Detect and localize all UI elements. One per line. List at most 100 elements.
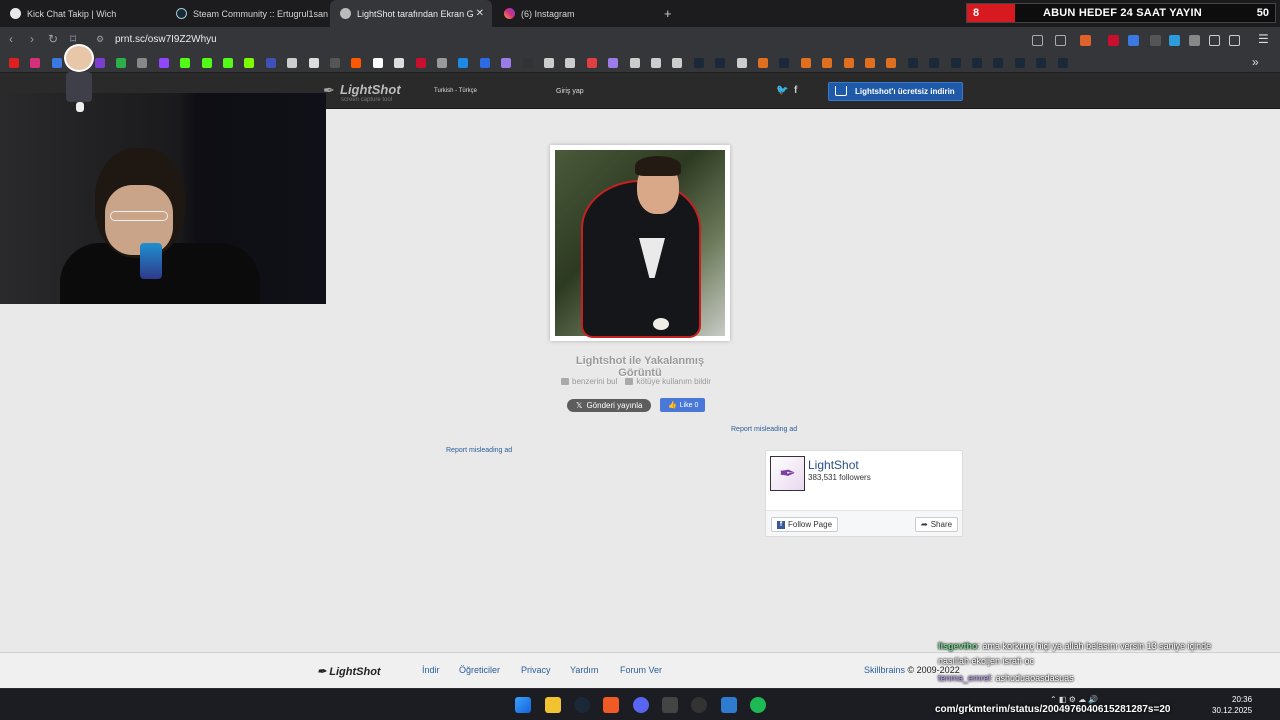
bookmark-favicon-icon[interactable]	[586, 58, 597, 68]
extension-icon[interactable]	[1189, 35, 1200, 46]
find-similar-link[interactable]: benzerini bul	[561, 377, 617, 386]
bookmark-favicon-icon[interactable]	[501, 58, 512, 68]
bookmark-favicon-icon[interactable]	[736, 58, 747, 68]
cast-icon[interactable]	[1032, 35, 1043, 46]
tab-instagram[interactable]: (6) Instagram	[494, 0, 656, 27]
bookmark-favicon-icon[interactable]	[308, 58, 319, 68]
bookmark-favicon-icon[interactable]	[479, 58, 490, 68]
ublock-icon[interactable]	[1108, 35, 1119, 46]
bookmark-favicon-icon[interactable]	[758, 58, 768, 68]
tray-icons[interactable]: ⌃ ◧ ⚙ ☁ 🔊	[1050, 695, 1098, 704]
report-ad-link[interactable]: Report misleading ad	[446, 447, 512, 454]
follow-page-button[interactable]: f Follow Page	[771, 517, 839, 532]
bookmark-favicon-icon[interactable]	[30, 58, 41, 68]
bookmark-favicon-icon[interactable]	[458, 58, 469, 68]
bookmark-favicon-icon[interactable]	[287, 58, 298, 68]
extension-icon[interactable]	[1150, 35, 1161, 46]
sidebar-icon[interactable]	[1229, 35, 1240, 46]
more-bookmarks-icon[interactable]: »	[1252, 55, 1259, 69]
menu-icon[interactable]: ☰	[1258, 32, 1269, 46]
bookmark-favicon-icon[interactable]	[907, 58, 918, 68]
bookmark-favicon-icon[interactable]	[201, 58, 212, 68]
bookmark-favicon-icon[interactable]	[522, 58, 533, 68]
bookmark-favicon-icon[interactable]	[929, 58, 940, 68]
language-select[interactable]: Turkish - Türkçe	[434, 88, 477, 94]
share-button[interactable]: ➦ Share	[915, 517, 959, 532]
like-button[interactable]: 👍 Like 0	[660, 398, 705, 412]
bookmark-favicon-icon[interactable]	[843, 58, 854, 68]
bookmark-favicon-icon[interactable]	[1036, 58, 1047, 68]
bookmark-favicon-icon[interactable]	[779, 58, 790, 68]
tab-lightshot[interactable]: LightShot tarafından Ekran Görü ✕	[330, 0, 492, 27]
forward-icon[interactable]: ›	[30, 32, 34, 46]
bookmark-favicon-icon[interactable]	[993, 58, 1004, 68]
footer-link-privacy[interactable]: Privacy	[521, 665, 551, 675]
bookmark-favicon-icon[interactable]	[158, 58, 169, 68]
brave-icon[interactable]	[603, 697, 619, 713]
bookmark-favicon-icon[interactable]	[1057, 58, 1068, 68]
bookmark-favicon-icon[interactable]	[437, 58, 447, 68]
windows-start-icon[interactable]	[515, 697, 531, 713]
bookmark-favicon-icon[interactable]	[265, 58, 276, 68]
brave-shield-icon[interactable]	[1080, 35, 1091, 46]
bookmark-favicon-icon[interactable]	[822, 58, 833, 68]
new-tab-icon[interactable]: +	[664, 6, 672, 21]
bookmark-favicon-icon[interactable]	[800, 58, 811, 68]
obs-icon[interactable]	[691, 697, 707, 713]
footer-link-forum[interactable]: Forum Ver	[620, 665, 662, 675]
bookmark-favicon-icon[interactable]	[886, 58, 897, 68]
post-button[interactable]: 𝕏 Gönderi yayınla	[567, 399, 651, 412]
bookmark-favicon-icon[interactable]	[629, 58, 640, 68]
skillbrains-link[interactable]: Skillbrains	[864, 665, 905, 675]
bookmark-favicon-icon[interactable]	[223, 58, 233, 68]
report-abuse-link[interactable]: kötüye kullanım bildir	[625, 377, 711, 386]
screenshot-image[interactable]	[555, 150, 725, 336]
steam-icon[interactable]	[574, 697, 590, 713]
app-icon[interactable]	[662, 697, 678, 713]
share-icon[interactable]	[1055, 35, 1066, 46]
tab-kick-chat[interactable]: Kick Chat Takip | Wich	[0, 0, 165, 27]
bookmark-favicon-icon[interactable]	[715, 58, 726, 68]
bookmark-favicon-icon[interactable]	[651, 58, 661, 68]
bookmark-favicon-icon[interactable]	[672, 58, 683, 68]
twitter-icon[interactable]: 🐦	[776, 85, 788, 96]
facebook-icon[interactable]: f	[794, 85, 797, 96]
lightshot-feather-icon[interactable]: ✒	[770, 456, 805, 491]
app-icon[interactable]	[721, 697, 737, 713]
bookmark-favicon-icon[interactable]	[1014, 58, 1025, 68]
bookmark-favicon-icon[interactable]	[608, 58, 619, 68]
extension-icon[interactable]	[1128, 35, 1139, 46]
tab-steam[interactable]: Steam Community :: Ertugrul1san	[166, 0, 328, 27]
bookmark-favicon-icon[interactable]	[693, 58, 704, 68]
bookmark-favicon-icon[interactable]	[180, 58, 191, 68]
bookmark-favicon-icon[interactable]	[950, 58, 961, 68]
login-link[interactable]: Giriş yap	[556, 88, 584, 95]
reload-icon[interactable]: ↻	[48, 32, 58, 46]
fb-page-name[interactable]: LightShot	[808, 458, 859, 472]
extensions-puzzle-icon[interactable]	[1209, 35, 1220, 46]
report-ad-link[interactable]: Report misleading ad	[731, 426, 797, 433]
bookmark-favicon-icon[interactable]	[394, 58, 405, 68]
bookmark-favicon-icon[interactable]	[565, 58, 576, 68]
close-tab-icon[interactable]: ✕	[476, 8, 484, 19]
spotify-icon[interactable]	[750, 697, 766, 713]
bookmark-favicon-icon[interactable]	[972, 58, 982, 68]
system-clock[interactable]: 20:36 30.12.2025	[1212, 694, 1252, 716]
bookmark-favicon-icon[interactable]	[137, 58, 148, 68]
url-field[interactable]: prnt.sc/osw7I9Z2Whyu	[115, 34, 217, 45]
footer-link-download[interactable]: İndir	[422, 665, 440, 675]
footer-link-tutorials[interactable]: Öğreticiler	[459, 665, 500, 675]
extension-icon[interactable]	[1169, 35, 1180, 46]
bookmark-favicon-icon[interactable]	[244, 58, 255, 68]
lightshot-logo[interactable]: LightShot	[340, 82, 401, 97]
download-button[interactable]: Lightshot'ı ücretsiz indirin	[828, 82, 963, 101]
file-explorer-icon[interactable]	[545, 697, 561, 713]
bookmark-favicon-icon[interactable]	[9, 58, 19, 68]
bookmark-favicon-icon[interactable]	[372, 58, 383, 68]
bookmark-favicon-icon[interactable]	[330, 58, 340, 68]
footer-link-help[interactable]: Yardım	[570, 665, 598, 675]
bookmark-favicon-icon[interactable]	[865, 58, 875, 68]
footer-logo[interactable]: ✒ LightShot	[317, 665, 381, 678]
bookmark-favicon-icon[interactable]	[544, 58, 554, 68]
back-icon[interactable]: ‹	[9, 32, 13, 46]
